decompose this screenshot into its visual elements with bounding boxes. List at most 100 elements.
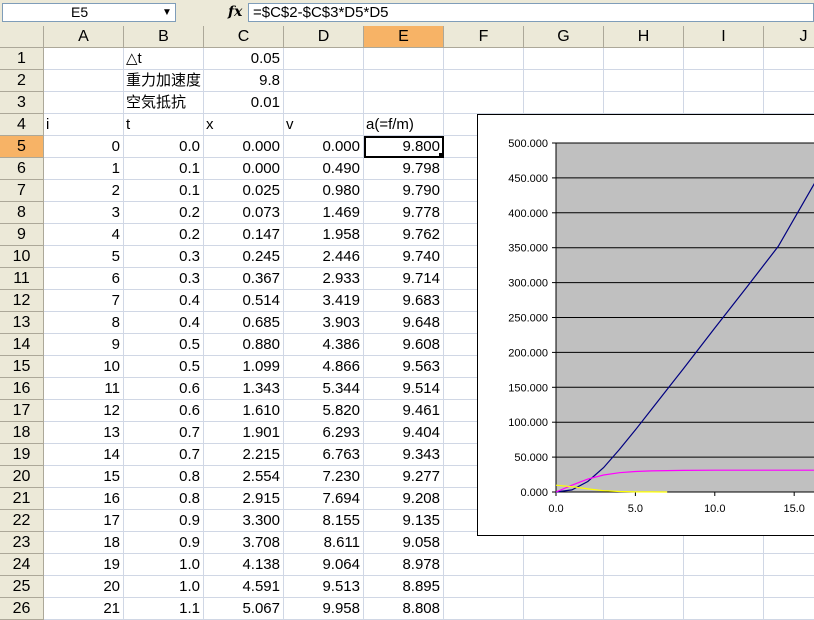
name-box[interactable]: E5 ▼ [2,3,176,22]
row-header-26[interactable]: 26 [0,598,44,620]
cell-a8[interactable]: 3 [44,202,124,224]
cell-e12[interactable]: 9.683 [364,290,444,312]
cell-g25[interactable] [524,576,604,598]
cell-b14[interactable]: 0.5 [124,334,204,356]
row-header-5[interactable]: 5 [0,136,44,158]
row-header-22[interactable]: 22 [0,510,44,532]
cell-a13[interactable]: 8 [44,312,124,334]
row-header-25[interactable]: 25 [0,576,44,598]
cell-d14[interactable]: 4.386 [284,334,364,356]
cell-e9[interactable]: 9.762 [364,224,444,246]
column-header-j[interactable]: J [764,26,814,48]
cell-b9[interactable]: 0.2 [124,224,204,246]
cell-b3[interactable]: 空気抵抗 [124,92,204,114]
cell-c14[interactable]: 0.880 [204,334,284,356]
cell-g2[interactable] [524,70,604,92]
cell-a20[interactable]: 15 [44,466,124,488]
row-header-1[interactable]: 1 [0,48,44,70]
cell-e24[interactable]: 8.978 [364,554,444,576]
cell-f1[interactable] [444,48,524,70]
column-header-c[interactable]: C [204,26,284,48]
cell-j25[interactable] [764,576,814,598]
cell-c11[interactable]: 0.367 [204,268,284,290]
cell-d9[interactable]: 1.958 [284,224,364,246]
row-header-23[interactable]: 23 [0,532,44,554]
chevron-down-icon[interactable]: ▼ [159,4,175,21]
cell-e3[interactable] [364,92,444,114]
cell-b22[interactable]: 0.9 [124,510,204,532]
cell-b21[interactable]: 0.8 [124,488,204,510]
cell-d1[interactable] [284,48,364,70]
cell-d12[interactable]: 3.419 [284,290,364,312]
row-header-13[interactable]: 13 [0,312,44,334]
cell-c4[interactable]: x [204,114,284,136]
cell-d11[interactable]: 2.933 [284,268,364,290]
function-icon[interactable]: fx [228,3,242,22]
cell-a18[interactable]: 13 [44,422,124,444]
cell-b26[interactable]: 1.1 [124,598,204,620]
cell-a2[interactable] [44,70,124,92]
cell-i2[interactable] [684,70,764,92]
cell-e4[interactable]: a(=f/m) [364,114,444,136]
cell-a24[interactable]: 19 [44,554,124,576]
cell-c12[interactable]: 0.514 [204,290,284,312]
cell-i1[interactable] [684,48,764,70]
column-header-b[interactable]: B [124,26,204,48]
cell-c9[interactable]: 0.147 [204,224,284,246]
cell-e2[interactable] [364,70,444,92]
cell-a21[interactable]: 16 [44,488,124,510]
column-header-a[interactable]: A [44,26,124,48]
cell-e16[interactable]: 9.514 [364,378,444,400]
row-header-15[interactable]: 15 [0,356,44,378]
cell-d17[interactable]: 5.820 [284,400,364,422]
row-header-9[interactable]: 9 [0,224,44,246]
cell-b13[interactable]: 0.4 [124,312,204,334]
cell-c6[interactable]: 0.000 [204,158,284,180]
cell-a25[interactable]: 20 [44,576,124,598]
cell-b12[interactable]: 0.4 [124,290,204,312]
cell-a4[interactable]: i [44,114,124,136]
cell-c21[interactable]: 2.915 [204,488,284,510]
cell-a9[interactable]: 4 [44,224,124,246]
cell-i3[interactable] [684,92,764,114]
cell-b7[interactable]: 0.1 [124,180,204,202]
cell-f2[interactable] [444,70,524,92]
cell-b23[interactable]: 0.9 [124,532,204,554]
cell-b18[interactable]: 0.7 [124,422,204,444]
cell-b11[interactable]: 0.3 [124,268,204,290]
cell-a1[interactable] [44,48,124,70]
row-header-24[interactable]: 24 [0,554,44,576]
cell-e25[interactable]: 8.895 [364,576,444,598]
cell-i26[interactable] [684,598,764,620]
cell-a14[interactable]: 9 [44,334,124,356]
cell-e8[interactable]: 9.778 [364,202,444,224]
cell-c10[interactable]: 0.245 [204,246,284,268]
cell-d25[interactable]: 9.513 [284,576,364,598]
cell-j2[interactable] [764,70,814,92]
cell-i25[interactable] [684,576,764,598]
cell-e23[interactable]: 9.058 [364,532,444,554]
cell-b5[interactable]: 0.0 [124,136,204,158]
cell-a12[interactable]: 7 [44,290,124,312]
cell-b24[interactable]: 1.0 [124,554,204,576]
cell-e15[interactable]: 9.563 [364,356,444,378]
cell-j24[interactable] [764,554,814,576]
cell-d24[interactable]: 9.064 [284,554,364,576]
cell-c25[interactable]: 4.591 [204,576,284,598]
row-header-18[interactable]: 18 [0,422,44,444]
cell-h2[interactable] [604,70,684,92]
cell-f25[interactable] [444,576,524,598]
cell-b25[interactable]: 1.0 [124,576,204,598]
cell-b10[interactable]: 0.3 [124,246,204,268]
column-header-d[interactable]: D [284,26,364,48]
cell-c13[interactable]: 0.685 [204,312,284,334]
cell-h24[interactable] [604,554,684,576]
cell-b4[interactable]: t [124,114,204,136]
cell-e13[interactable]: 9.648 [364,312,444,334]
cell-a15[interactable]: 10 [44,356,124,378]
cell-c16[interactable]: 1.343 [204,378,284,400]
row-header-19[interactable]: 19 [0,444,44,466]
cell-e20[interactable]: 9.277 [364,466,444,488]
cell-a17[interactable]: 12 [44,400,124,422]
cell-f24[interactable] [444,554,524,576]
